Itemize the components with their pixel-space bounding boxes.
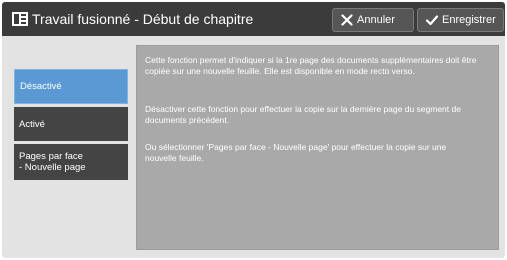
save-button[interactable]: Enregistrer xyxy=(417,8,504,32)
cancel-label: Annuler xyxy=(357,14,395,26)
cancel-button[interactable]: Annuler xyxy=(332,8,414,32)
option-label: Activé xyxy=(19,118,45,130)
description-paragraph: Ou sélectionner 'Pages par face - Nouvel… xyxy=(145,142,447,163)
option-active[interactable]: Activé xyxy=(14,107,128,141)
option-label: Désactivé xyxy=(20,81,62,92)
save-label: Enregistrer xyxy=(442,14,496,26)
description-panel: Cette fonction permet d'indiquer si la 1… xyxy=(136,45,499,250)
option-label: Pages par face - Nouvelle page xyxy=(19,151,86,173)
page-title: Travail fusionné - Début de chapitre xyxy=(32,11,254,27)
option-pages-par-face-nouvelle-page[interactable]: Pages par face - Nouvelle page xyxy=(14,144,128,180)
description-paragraph: Désactiver cette fonction pour effectuer… xyxy=(145,104,461,125)
checkmark-icon xyxy=(426,15,438,26)
document-merge-icon xyxy=(12,12,28,26)
description-paragraph: Cette fonction permet d'indiquer si la 1… xyxy=(145,55,477,76)
title-bar: Travail fusionné - Début de chapitre Ann… xyxy=(2,2,505,36)
close-icon xyxy=(341,14,353,26)
option-desactive[interactable]: Désactivé xyxy=(14,69,128,104)
